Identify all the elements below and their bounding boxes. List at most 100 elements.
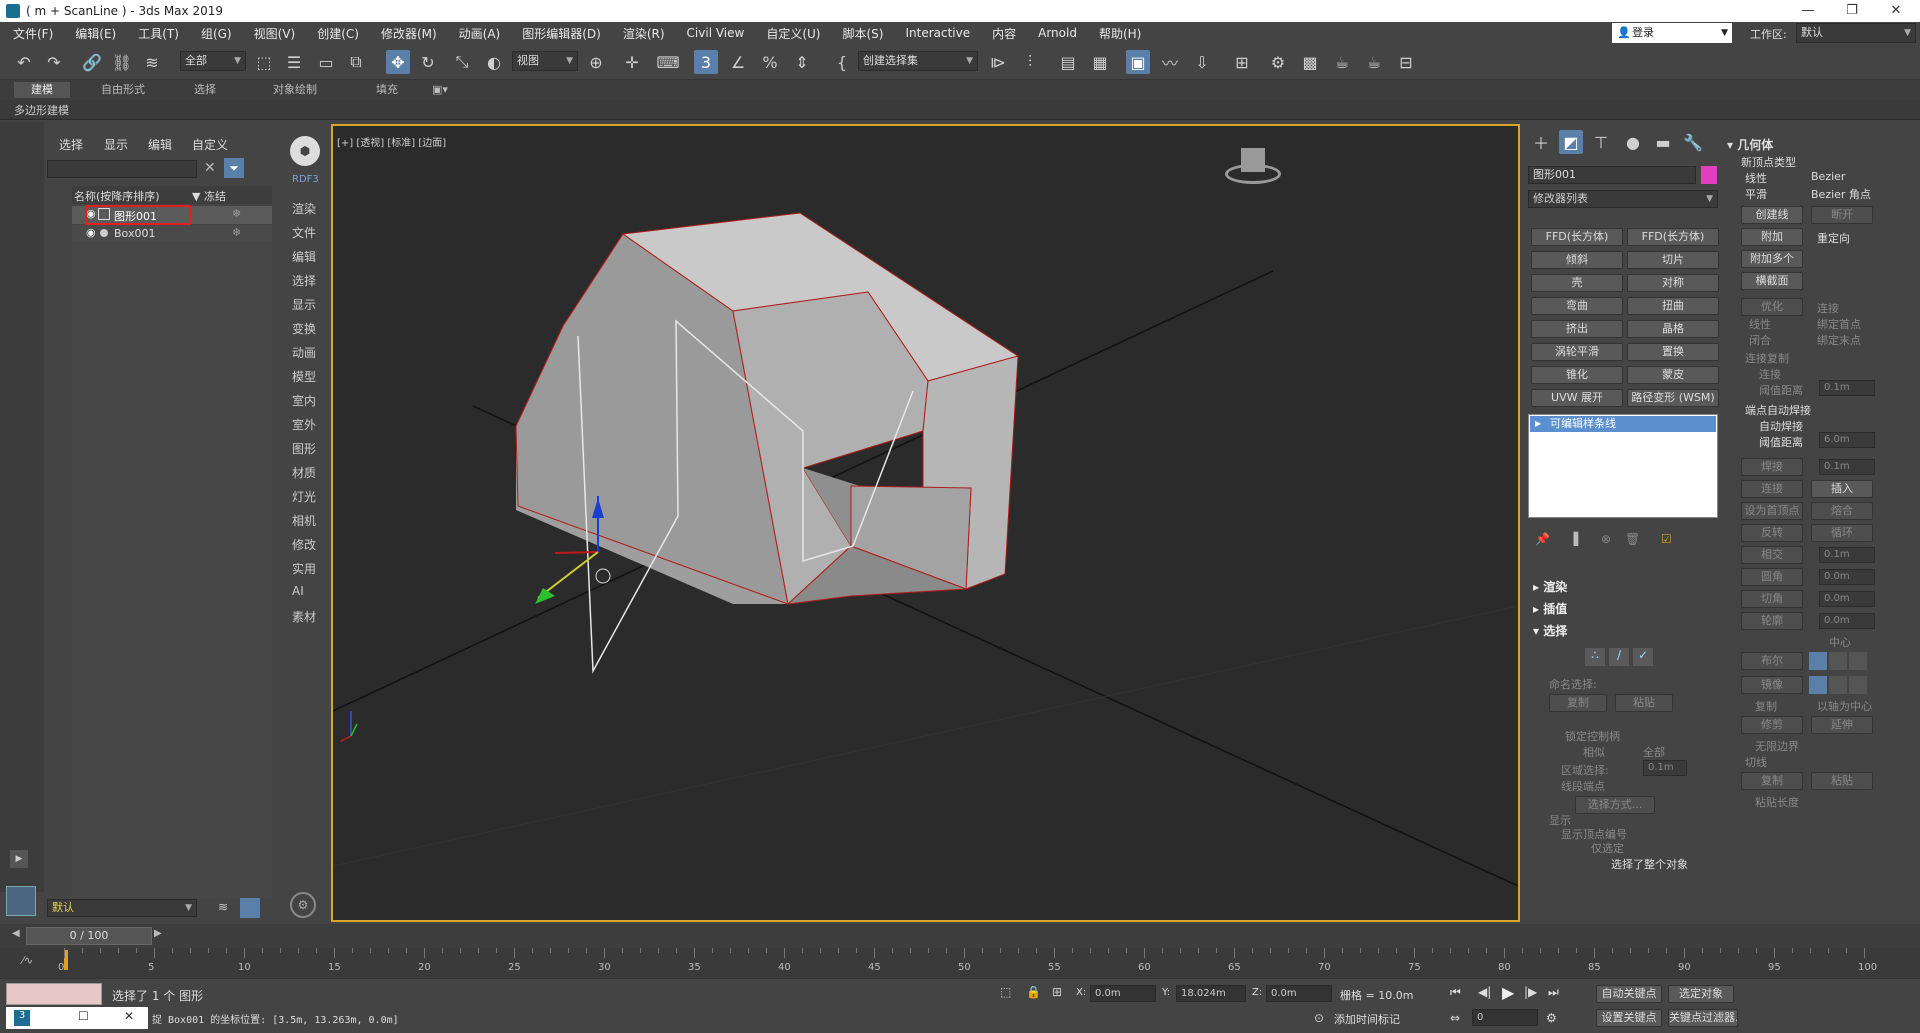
show-end-result-icon[interactable]: ▐: [1569, 532, 1578, 546]
modifier-button[interactable]: 倾斜: [1531, 251, 1623, 269]
modifier-button[interactable]: 晶格: [1627, 320, 1719, 338]
menu-group[interactable]: 组(G): [190, 25, 243, 42]
object-name-field[interactable]: 图形001: [1528, 166, 1696, 184]
remove-modifier-icon[interactable]: 🗑: [1625, 532, 1640, 546]
make-first-button[interactable]: 设为首顶点: [1741, 502, 1803, 520]
named-selection-dropdown[interactable]: 创建选择集 ▼: [858, 51, 978, 71]
mirror-both-icon[interactable]: [1849, 676, 1867, 694]
center-checkbox[interactable]: 中心: [1829, 634, 1851, 650]
connect-checkbox[interactable]: 连接: [1817, 300, 1839, 316]
rect-selection-icon[interactable]: ▭: [314, 50, 338, 74]
render-setup-icon[interactable]: ⚙: [1266, 50, 1290, 74]
geometry-title[interactable]: ▾ 几何体: [1727, 136, 1773, 153]
menu-content[interactable]: 内容: [981, 25, 1027, 42]
layers-icon[interactable]: ≋: [218, 900, 228, 914]
cmd-label[interactable]: 渲染: [292, 200, 316, 217]
key-filter-button[interactable]: 关键点过滤器...: [1668, 1009, 1738, 1027]
cmd-label[interactable]: 室外: [292, 416, 316, 433]
insert-button[interactable]: 插入: [1811, 480, 1873, 498]
explorer-tab-select[interactable]: 选择: [59, 136, 83, 153]
selection-filter-dropdown[interactable]: 全部 ▼: [180, 51, 246, 71]
material-editor-icon[interactable]: ⊞: [1230, 50, 1254, 74]
menu-create[interactable]: 创建(C): [306, 25, 370, 42]
cmd-label[interactable]: 显示: [292, 296, 316, 313]
cmd-label[interactable]: 材质: [292, 464, 316, 481]
lock-handles-checkbox[interactable]: 锁定控制柄: [1565, 728, 1620, 744]
prev-frame-icon[interactable]: ◀|: [1478, 985, 1491, 999]
motion-tab-icon[interactable]: ●: [1621, 130, 1645, 154]
layer-dropdown[interactable]: 默认 ▼: [47, 899, 197, 917]
schematic-view-icon[interactable]: ⇩: [1190, 50, 1214, 74]
key-mode-icon[interactable]: ⇔: [1450, 1011, 1460, 1025]
infinite-bounds-checkbox[interactable]: 无限边界: [1755, 738, 1799, 754]
redo-icon[interactable]: ↷: [42, 50, 66, 74]
link-icon[interactable]: 🔗: [80, 50, 104, 74]
paste-button[interactable]: 粘贴: [1615, 694, 1673, 712]
area-select-spinner[interactable]: 0.1m: [1643, 760, 1687, 776]
menu-tools[interactable]: 工具(T): [127, 25, 190, 42]
freeze-icon[interactable]: ❄: [232, 207, 241, 220]
menu-arnold[interactable]: Arnold: [1027, 26, 1088, 40]
ribbon-toggle-icon[interactable]: ▣: [1126, 50, 1150, 74]
unlink-icon[interactable]: ⛓: [110, 50, 134, 74]
restore-icon[interactable]: ☐: [78, 1009, 89, 1023]
tangent-copy-button[interactable]: 复制: [1741, 772, 1803, 790]
isolate-icon[interactable]: ⬚: [1000, 985, 1011, 999]
menu-scripting[interactable]: 脚本(S): [831, 25, 894, 42]
cmd-label[interactable]: 相机: [292, 512, 316, 529]
modifier-button[interactable]: 路径变形 (WSM): [1627, 389, 1719, 407]
cross-section-button[interactable]: 横截面: [1741, 272, 1803, 290]
intersect-button[interactable]: 相交: [1741, 546, 1803, 564]
snap-toggle-icon[interactable]: 3: [694, 50, 718, 74]
viewcube-icon[interactable]: [1223, 146, 1283, 186]
menu-customize[interactable]: 自定义(U): [755, 25, 831, 42]
segment-mode-icon[interactable]: ∕: [1609, 648, 1629, 666]
add-time-tag-button[interactable]: 添加时间标记: [1334, 1011, 1400, 1027]
modifier-button[interactable]: 挤出: [1531, 320, 1623, 338]
pivot-center-icon[interactable]: ⊕: [584, 50, 608, 74]
weld-button[interactable]: 焊接: [1741, 458, 1803, 476]
all-radio[interactable]: 全部: [1643, 744, 1665, 760]
curve-editor-icon[interactable]: 〰: [1158, 50, 1182, 74]
menu-graph-editors[interactable]: 图形编辑器(D): [511, 25, 612, 42]
attach-button[interactable]: 附加: [1741, 228, 1803, 246]
cmd-label[interactable]: 实用: [292, 560, 316, 577]
cmd-label[interactable]: 选择: [292, 272, 316, 289]
set-key-button[interactable]: 设置关键点: [1596, 1009, 1662, 1027]
move-icon[interactable]: ✥: [386, 50, 410, 74]
mirror-h-icon[interactable]: [1809, 676, 1827, 694]
percent-snap-icon[interactable]: %: [758, 50, 782, 74]
scene-explorer-icon[interactable]: ▤: [1056, 50, 1080, 74]
edit-named-sel-icon[interactable]: {: [830, 50, 854, 74]
boolean-union-icon[interactable]: [1809, 652, 1827, 670]
ribbon-options-icon[interactable]: ▣▾: [428, 82, 452, 98]
close-button[interactable]: ✕: [1874, 0, 1918, 22]
taskbar-app-icon[interactable]: 3: [14, 1010, 30, 1026]
bind-spacewarp-icon[interactable]: ≋: [140, 50, 164, 74]
mirror-v-icon[interactable]: [1829, 676, 1847, 694]
rollout-selection[interactable]: ▾ 选择: [1533, 622, 1567, 639]
go-end-icon[interactable]: ⏭: [1548, 985, 1559, 1000]
align-icon[interactable]: ⫶: [1018, 50, 1042, 74]
timeline-ruler[interactable]: ⁄∿ 0 5 10 15 20 25 30 35 40 45 50 55 60 65 70 75 80 85 90 9…: [0, 948, 1920, 978]
utilities-tab-icon[interactable]: 🔧: [1681, 130, 1705, 154]
cmd-label[interactable]: 素材: [292, 608, 316, 625]
cmd-label[interactable]: 动画: [292, 344, 316, 361]
ribbon-tab-modeling[interactable]: 建模: [14, 82, 70, 98]
cmd-label[interactable]: RDF3: [292, 174, 319, 185]
z-coord-field[interactable]: 0.0m: [1266, 985, 1332, 1002]
modifier-button[interactable]: UVW 展开: [1531, 389, 1623, 407]
display-tab-icon[interactable]: ▬: [1651, 130, 1675, 154]
outline-spinner[interactable]: 0.0m: [1819, 613, 1875, 629]
threshold2-spinner[interactable]: 6.0m: [1819, 432, 1875, 448]
menu-modifiers[interactable]: 修改器(M): [370, 25, 448, 42]
refine-button[interactable]: 优化: [1741, 298, 1803, 316]
place-icon[interactable]: ◐: [482, 50, 506, 74]
cmd-label[interactable]: AI: [292, 584, 304, 598]
render-cloud-icon[interactable]: ⊟: [1394, 50, 1418, 74]
ribbon-tab-freeform[interactable]: 自由形式: [88, 82, 158, 98]
object-color-swatch[interactable]: [1701, 166, 1717, 184]
rollout-interpolation[interactable]: ▸ 插值: [1533, 600, 1567, 617]
cmd-label[interactable]: 修改: [292, 536, 316, 553]
menu-edit[interactable]: 编辑(E): [64, 25, 127, 42]
